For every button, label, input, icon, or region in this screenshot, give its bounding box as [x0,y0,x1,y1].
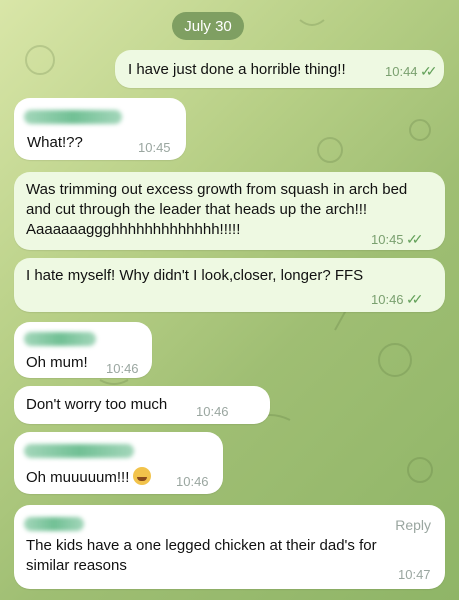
message-time: 10:46 [196,404,229,419]
message-time: 10:45 [371,232,404,247]
message-line: similar reasons [26,557,127,574]
message-time: 10:46 [371,292,404,307]
message-text: Was trimming out excess growth from squa… [26,180,407,240]
message-line: The kids have a one legged chicken at th… [26,537,377,554]
message-time: 10:46 [176,474,209,489]
read-receipt-icon: ✓✓ [406,291,424,307]
message-text-content: Oh muuuuum!!! [26,469,130,486]
date-label: July 30 [184,17,232,35]
message-text: What!?? [27,134,83,151]
sender-name-redacted [24,444,134,458]
sender-name-redacted [24,517,84,531]
message-bubble-outgoing[interactable]: Was trimming out excess growth from squa… [14,172,445,250]
date-separator: July 30 [172,12,244,40]
message-line: Was trimming out excess growth from squa… [26,181,408,198]
message-time: 10:46 [106,361,139,376]
message-line: and cut through the leader that heads up… [26,201,368,218]
message-bubble-incoming[interactable]: Reply The kids have a one legged chicken… [14,505,445,589]
message-text: Oh mum! [26,354,88,371]
message-bubble-incoming[interactable]: Oh muuuuum!!! 10:46 [14,432,223,494]
message-bubble-incoming[interactable]: Don't worry too much 10:46 [14,386,270,424]
message-text: Oh muuuuum!!! [26,467,152,488]
message-text: I hate myself! Why didn't I look,closer,… [26,267,364,284]
message-text: The kids have a one legged chicken at th… [26,536,377,576]
message-time: 10:47 [398,567,431,582]
message-text: Don't worry too much [26,396,168,413]
message-time: 10:44 [385,64,418,79]
sender-name-redacted [24,110,122,124]
message-bubble-outgoing[interactable]: I hate myself! Why didn't I look,closer,… [14,258,445,312]
read-receipt-icon: ✓✓ [406,231,424,247]
read-receipt-icon: ✓✓ [420,63,438,79]
message-line: Aaaaaaaggghhhhhhhhhhhhh!!!!! [26,221,241,238]
message-bubble-outgoing[interactable]: I have just done a horrible thing!! 10:4… [115,50,444,88]
message-text: I have just done a horrible thing!! [128,61,346,78]
message-bubble-incoming[interactable]: What!?? 10:45 [14,98,186,160]
reply-button[interactable]: Reply [395,515,431,535]
message-time: 10:45 [138,140,171,155]
sender-name-redacted [24,332,96,346]
crying-face-emoji-icon [133,467,152,485]
message-bubble-incoming[interactable]: Oh mum! 10:46 [14,322,152,378]
